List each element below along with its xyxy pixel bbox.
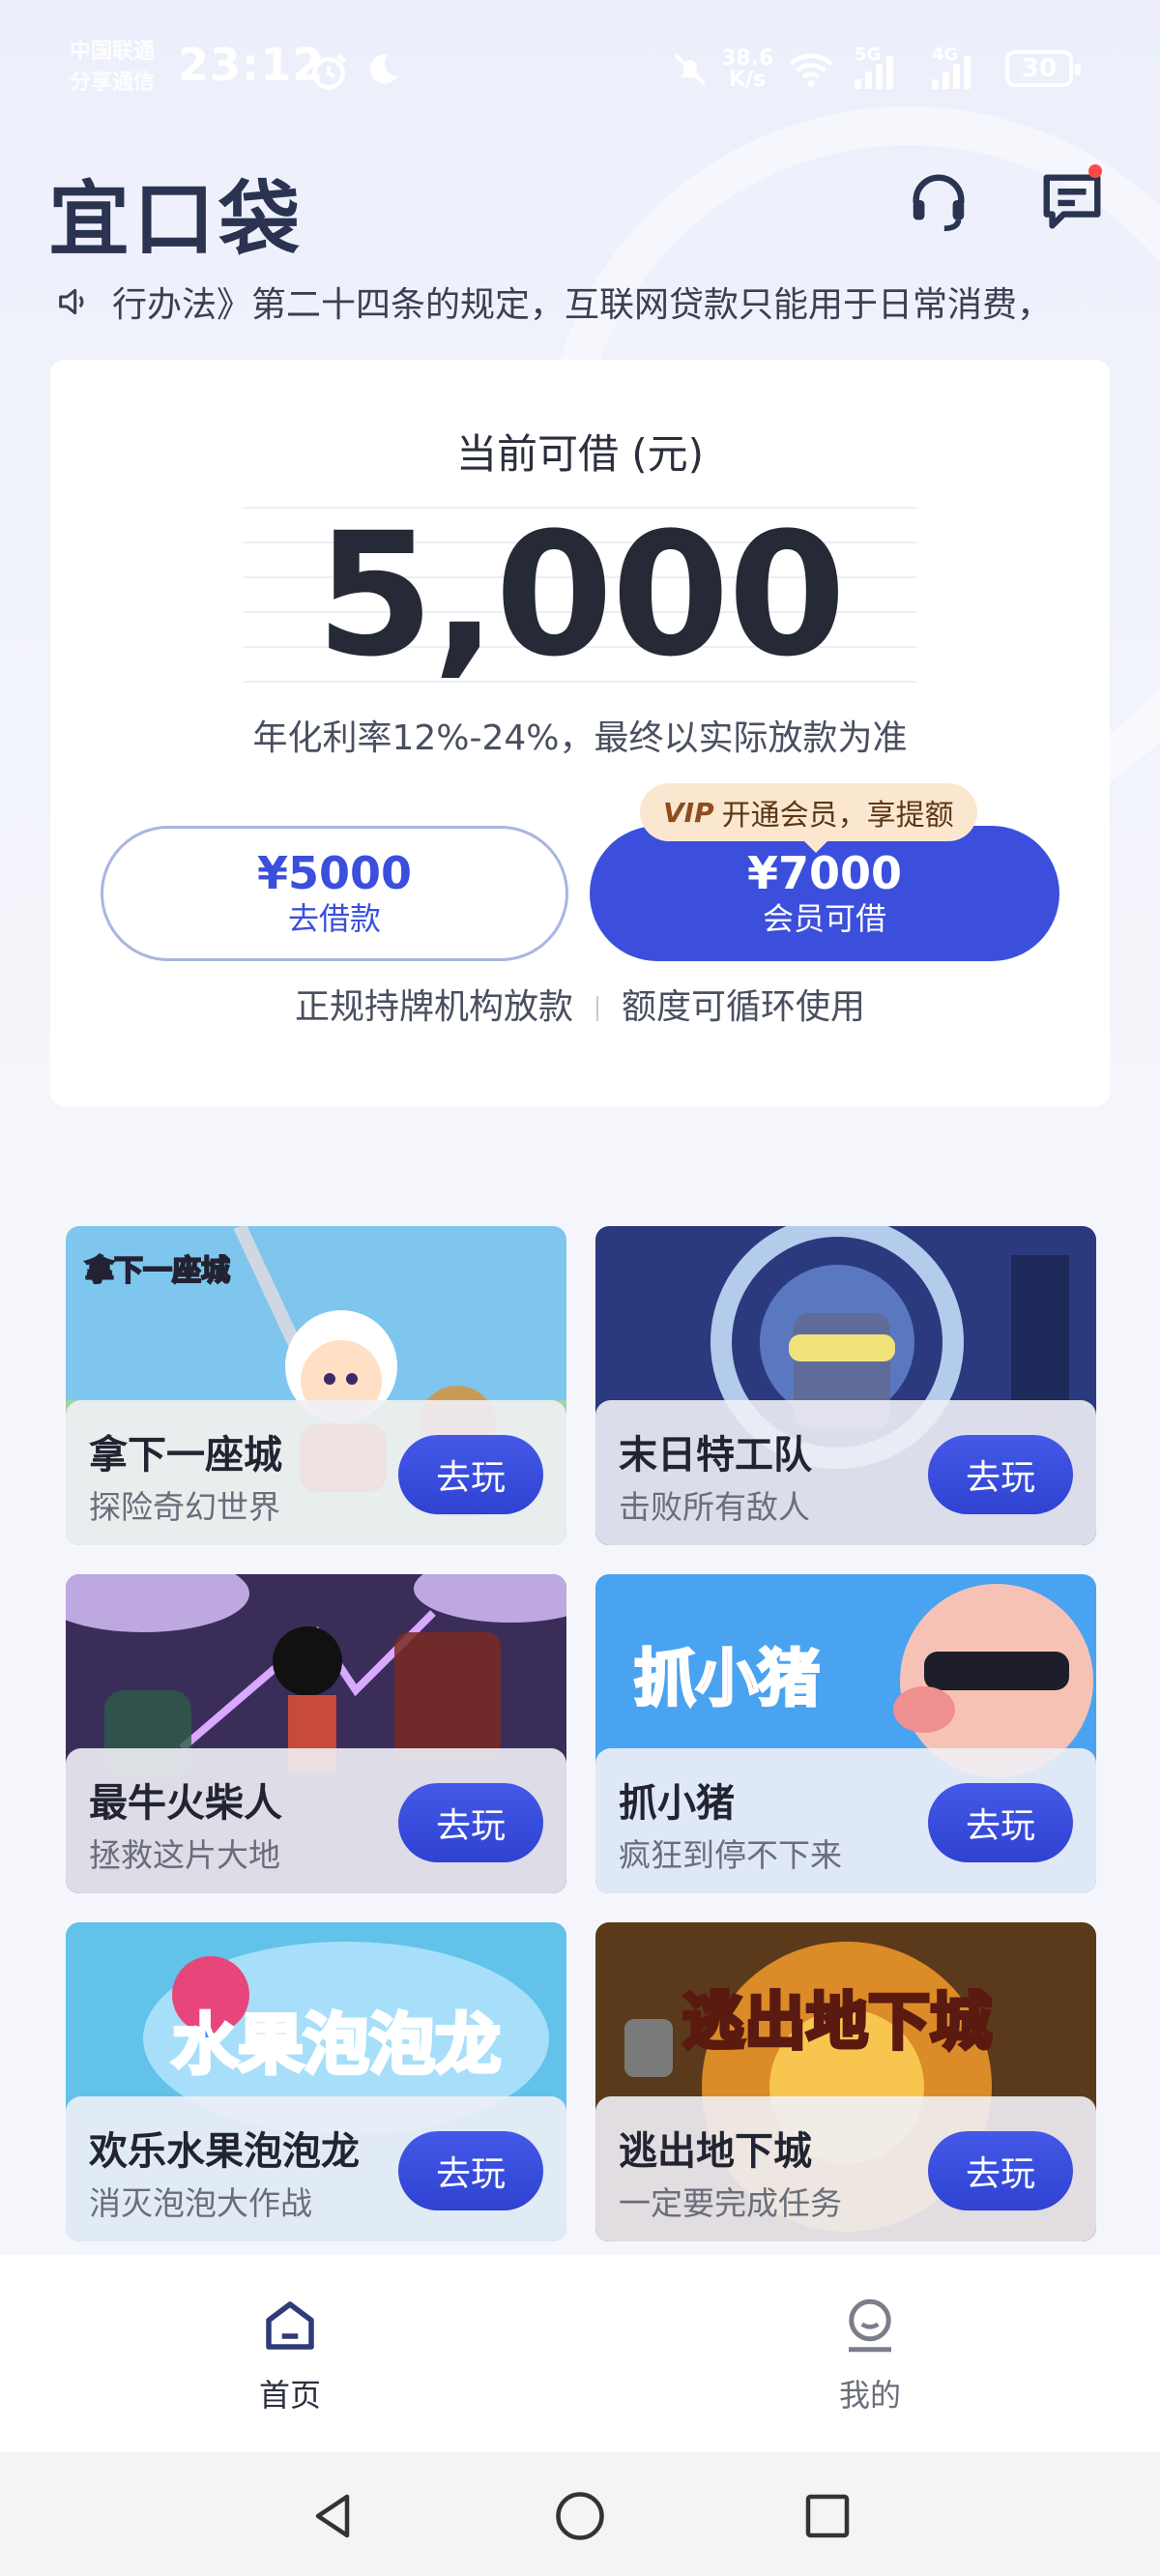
profile-icon bbox=[849, 2298, 891, 2353]
mute-icon bbox=[671, 50, 710, 96]
game-info: 末日特工队 击败所有敌人 去玩 bbox=[595, 1400, 1096, 1545]
notice-marquee[interactable]: 行办法》第二十四条的规定，互联网贷款只能用于日常消费， bbox=[54, 273, 1117, 331]
clock: 23:12 bbox=[178, 39, 325, 91]
game-info: 逃出地下城 一定要完成任务 去玩 bbox=[595, 2096, 1096, 2241]
game-desc: 拯救这片大地 bbox=[89, 1836, 280, 1874]
game-art-title: 水果泡泡龙 bbox=[172, 2007, 501, 2084]
member-label: 会员可借 bbox=[762, 900, 886, 937]
back-icon[interactable] bbox=[304, 2487, 362, 2545]
net-speed: 38.6 K/s bbox=[721, 48, 773, 91]
carrier-line-1: 中国联通 bbox=[70, 40, 156, 64]
game-info: 抓小猪 疯狂到停不下来 去玩 bbox=[595, 1748, 1096, 1893]
headset-icon[interactable] bbox=[905, 166, 972, 234]
game-art-title: 抓小猪 bbox=[634, 1644, 820, 1715]
game-desc: 击败所有敌人 bbox=[619, 1488, 810, 1526]
footer-licensed: 正规持牌机构放款 bbox=[294, 987, 573, 1027]
footer-divider bbox=[596, 996, 598, 1021]
unread-dot bbox=[1088, 164, 1102, 178]
game-info: 拿下一座城 探险奇幻世界 去玩 bbox=[66, 1400, 566, 1545]
tab-mine-label: 我的 bbox=[838, 2377, 901, 2414]
borrow-button[interactable]: ¥5000 去借款 bbox=[101, 826, 568, 961]
moon-icon bbox=[363, 50, 402, 96]
speaker-icon bbox=[59, 288, 84, 315]
wifi-icon bbox=[789, 50, 833, 96]
app-logo: 宜口袋 bbox=[48, 172, 304, 267]
play-button[interactable]: 去玩 bbox=[928, 2131, 1073, 2210]
carrier-label: 中国联通 分享通信 bbox=[70, 37, 155, 99]
alarm-icon bbox=[307, 50, 350, 100]
footer-revolving: 额度可循环使用 bbox=[622, 987, 866, 1027]
game-card[interactable]: 拿下一座城 拿下一座城 探险奇幻世界 去玩 bbox=[66, 1226, 566, 1545]
net-speed-unit: K/s bbox=[729, 68, 767, 92]
game-card[interactable]: 末日特工队 击败所有敌人 去玩 bbox=[595, 1226, 1096, 1545]
battery-indicator: 30 bbox=[1005, 50, 1081, 87]
amount-area: 5,000 bbox=[244, 507, 916, 685]
game-name: 最牛火柴人 bbox=[89, 1781, 282, 1826]
play-button[interactable]: 去玩 bbox=[398, 1435, 543, 1514]
game-card[interactable]: 抓小猪 抓小猪 疯狂到停不下来 去玩 bbox=[595, 1574, 1096, 1893]
notice-text: 行办法》第二十四条的规定，互联网贷款只能用于日常消费， bbox=[112, 285, 1053, 325]
rate-text: 年化利率12%-24%，最终以实际放款为准 bbox=[252, 718, 908, 758]
app-screen: 中国联通 分享通信 23:12 38.6 K/s 5G 4G 30 宜口袋 行办… bbox=[0, 0, 1160, 2576]
play-button[interactable]: 去玩 bbox=[928, 1435, 1073, 1514]
game-name: 末日特工队 bbox=[619, 1433, 812, 1478]
carrier-line-2: 分享通信 bbox=[70, 71, 156, 95]
bottom-tab-bar: 首页 我的 bbox=[0, 2255, 1160, 2452]
net-speed-value: 38.6 bbox=[721, 46, 774, 71]
signal-strength-1-icon bbox=[855, 50, 893, 89]
game-info: 欢乐水果泡泡龙 消灭泡泡大作战 去玩 bbox=[66, 2096, 566, 2241]
system-navigation-bar bbox=[0, 2452, 1160, 2576]
game-name: 欢乐水果泡泡龙 bbox=[89, 2129, 360, 2174]
home-circle-icon[interactable] bbox=[551, 2487, 609, 2545]
member-amount: ¥7000 bbox=[746, 847, 903, 899]
signal-strength-2-icon bbox=[932, 50, 971, 89]
game-name: 抓小猪 bbox=[619, 1781, 735, 1826]
play-button[interactable]: 去玩 bbox=[928, 1783, 1073, 1862]
play-button[interactable]: 去玩 bbox=[398, 2131, 543, 2210]
game-desc: 探险奇幻世界 bbox=[89, 1488, 280, 1526]
game-art-title: 逃出地下城 bbox=[682, 1987, 992, 2059]
credit-card: 当前可借 (元) 5,000 年化利率12%-24%，最终以实际放款为准 ¥50… bbox=[50, 360, 1110, 1106]
recents-icon[interactable] bbox=[798, 2487, 856, 2545]
game-desc: 一定要完成任务 bbox=[619, 2184, 842, 2222]
game-art-title: 拿下一座城 bbox=[85, 1254, 230, 1288]
tab-home[interactable]: 首页 bbox=[193, 2294, 387, 2415]
status-bar: 中国联通 分享通信 23:12 38.6 K/s 5G 4G 30 bbox=[0, 0, 1160, 145]
message-icon[interactable] bbox=[1038, 164, 1106, 234]
game-card[interactable]: 逃出地下城 逃出地下城 一定要完成任务 去玩 bbox=[595, 1922, 1096, 2241]
credit-title: 当前可借 (元) bbox=[455, 430, 705, 478]
tab-mine[interactable]: 我的 bbox=[773, 2294, 967, 2415]
game-name: 逃出地下城 bbox=[619, 2129, 812, 2174]
borrow-label: 去借款 bbox=[287, 900, 381, 937]
vip-tooltip[interactable]: VIP 开通会员，享提额 bbox=[640, 783, 977, 853]
tab-home-label: 首页 bbox=[258, 2377, 321, 2414]
vip-badge: VIP bbox=[663, 796, 714, 829]
credit-footer: 正规持牌机构放款 额度可循环使用 bbox=[50, 979, 1110, 1029]
game-card[interactable]: 最牛火柴人 拯救这片大地 去玩 bbox=[66, 1574, 566, 1893]
vip-tip-text: 开通会员，享提额 bbox=[721, 799, 954, 833]
game-card[interactable]: 水果泡泡龙 欢乐水果泡泡龙 消灭泡泡大作战 去玩 bbox=[66, 1922, 566, 2241]
game-desc: 消灭泡泡大作战 bbox=[89, 2184, 312, 2222]
home-icon bbox=[266, 2301, 314, 2350]
game-desc: 疯狂到停不下来 bbox=[619, 1836, 842, 1874]
available-amount: 5,000 bbox=[315, 496, 847, 694]
borrow-amount: ¥5000 bbox=[256, 847, 413, 899]
game-info: 最牛火柴人 拯救这片大地 去玩 bbox=[66, 1748, 566, 1893]
game-name: 拿下一座城 bbox=[89, 1433, 282, 1478]
play-button[interactable]: 去玩 bbox=[398, 1783, 543, 1862]
